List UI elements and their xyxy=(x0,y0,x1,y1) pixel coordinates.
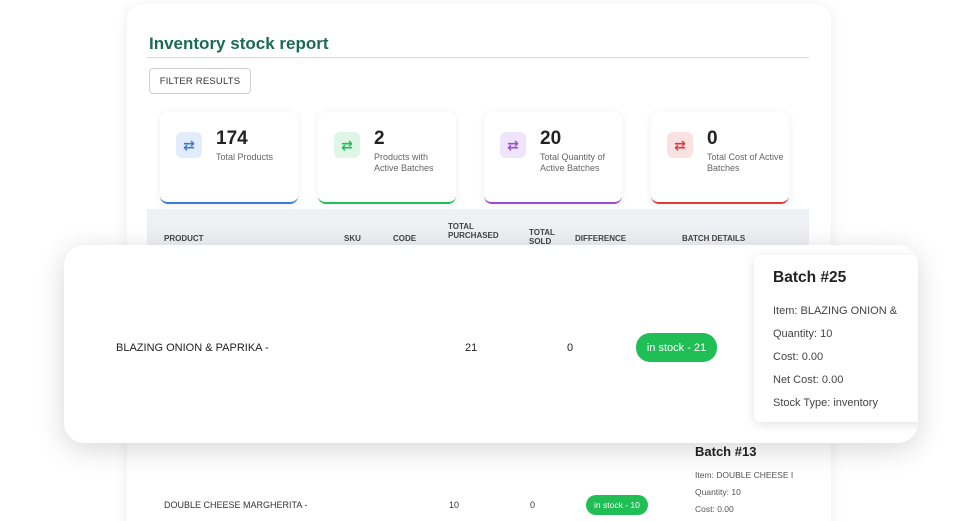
stat-card-active-quantity: ⇄ 20 Total Quantity of Active Batches xyxy=(484,112,622,204)
batch-quantity: Quantity: 10 xyxy=(695,487,741,497)
total-purchased-value: 21 xyxy=(465,342,478,354)
batch-item: Item: DOUBLE CHEESE I xyxy=(695,470,794,480)
column-header-sku[interactable]: SKU xyxy=(344,234,361,243)
batch-title: Batch #25 xyxy=(773,269,847,286)
stat-card-active-cost: ⇄ 0 Total Cost of Active Batches xyxy=(651,112,789,204)
batch-item: Item: BLAZING ONION & xyxy=(773,305,898,317)
stat-card-active-products: ⇄ 2 Products with Active Batches xyxy=(318,112,456,204)
stat-card-total-products: ⇄ 174 Total Products xyxy=(160,112,298,204)
stat-label: Total Quantity of Active Batches xyxy=(540,152,606,173)
page-title: Inventory stock report xyxy=(149,34,329,53)
status-badge: in stock - 21 xyxy=(636,333,717,362)
batch-details-card: Batch #25 Item: BLAZING ONION & Quantity… xyxy=(754,255,918,422)
table-row[interactable]: BLAZING ONION & PAPRIKA - 21 0 in stock … xyxy=(64,245,918,443)
stat-value: 0 xyxy=(707,128,718,149)
filter-results-button[interactable]: FILTER RESULTS xyxy=(149,68,251,94)
status-badge: in stock - 10 xyxy=(586,495,648,515)
batch-net-cost: Net Cost: 0.00 xyxy=(773,374,844,386)
product-name: DOUBLE CHEESE MARGHERITA - xyxy=(164,500,308,510)
swap-arrows-icon: ⇄ xyxy=(176,132,202,158)
batch-stock-type: Stock Type: inventory xyxy=(773,397,878,409)
swap-arrows-icon: ⇄ xyxy=(667,132,693,158)
batch-cost: Cost: 0.00 xyxy=(695,504,734,514)
batch-details-card: Batch #13 Item: DOUBLE CHEESE I Quantity… xyxy=(695,444,793,518)
total-sold-value: 0 xyxy=(530,500,536,510)
total-purchased-value: 10 xyxy=(449,500,460,510)
column-header-difference[interactable]: DIFFERENCE xyxy=(575,234,626,243)
column-header-total-purchased[interactable]: TOTAL PURCHASED xyxy=(448,222,499,240)
stat-value: 20 xyxy=(540,128,562,149)
stat-value: 2 xyxy=(374,128,385,149)
stat-value: 174 xyxy=(216,128,248,149)
title-divider xyxy=(147,57,809,58)
stat-label: Products with Active Batches xyxy=(374,152,434,173)
swap-arrows-icon: ⇄ xyxy=(334,132,360,158)
batch-quantity: Quantity: 10 xyxy=(773,328,833,340)
column-header-product[interactable]: PRODUCT xyxy=(164,234,204,243)
product-name: BLAZING ONION & PAPRIKA - xyxy=(116,342,269,354)
column-header-code[interactable]: CODE xyxy=(393,234,416,243)
batch-title: Batch #13 xyxy=(695,444,757,459)
stat-label: Total Cost of Active Batches xyxy=(707,152,784,173)
swap-arrows-icon: ⇄ xyxy=(500,132,526,158)
stat-label: Total Products xyxy=(216,152,274,162)
total-sold-value: 0 xyxy=(567,342,574,354)
column-header-total-sold[interactable]: TOTAL SOLD xyxy=(529,228,563,246)
column-header-batch-details[interactable]: BATCH DETAILS xyxy=(682,234,745,243)
batch-cost: Cost: 0.00 xyxy=(773,351,824,363)
